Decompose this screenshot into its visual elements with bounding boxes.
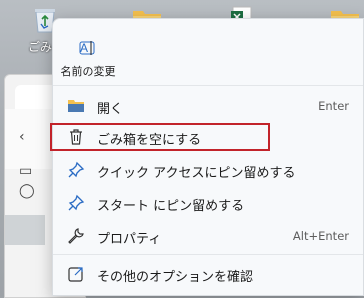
quick-actions-bar: A 名前の変更: [53, 19, 363, 83]
folder-open-icon: [68, 100, 84, 112]
menu-item-pin-start[interactable]: スタート にピン留めする: [57, 189, 359, 217]
toolbar-option-icon[interactable]: ▭: [19, 163, 32, 179]
menu-item-more-options[interactable]: その他のオプションを確認: [57, 260, 359, 288]
menu-item-pin-quick-access[interactable]: クイック アクセスにピン留めする: [57, 156, 359, 184]
menu-item-properties[interactable]: プロパティ Alt+Enter: [57, 222, 359, 250]
context-menu: A 名前の変更 開く Enter ごみ箱を空にする クイック アクセスにピン留め…: [52, 18, 364, 296]
external-options-icon: [68, 267, 83, 282]
rename-button[interactable]: A 名前の変更: [57, 29, 119, 81]
menu-divider: [53, 254, 363, 255]
recycle-bin-label: ごみ: [28, 40, 53, 54]
menu-item-label: クイック アクセスにピン留めする: [97, 166, 296, 181]
back-arrow-icon[interactable]: ‹: [19, 129, 25, 145]
menu-item-label: その他のオプションを確認: [97, 270, 254, 285]
pin-icon: [68, 194, 85, 211]
wrench-icon: [68, 228, 84, 244]
pin-icon: [68, 161, 85, 178]
sidebar-selected-item[interactable]: [5, 215, 45, 245]
menu-item-label: 開く: [97, 102, 124, 117]
history-icon[interactable]: ◯: [19, 183, 35, 199]
menu-item-label: プロパティ: [97, 232, 162, 247]
menu-item-label: ごみ箱を空にする: [97, 133, 202, 148]
trash-icon: [70, 129, 82, 145]
menu-divider: [53, 85, 363, 86]
menu-item-open[interactable]: 開く Enter: [57, 92, 359, 120]
menu-item-empty-recycle-bin[interactable]: ごみ箱を空にする: [57, 123, 359, 151]
rename-label: 名前の変更: [60, 65, 116, 78]
menu-item-shortcut: Alt+Enter: [292, 229, 349, 243]
rename-icon: A: [79, 41, 95, 55]
menu-item-shortcut: Enter: [318, 99, 349, 113]
menu-item-label: スタート にピン留めする: [97, 199, 245, 214]
svg-text:A: A: [80, 41, 88, 55]
